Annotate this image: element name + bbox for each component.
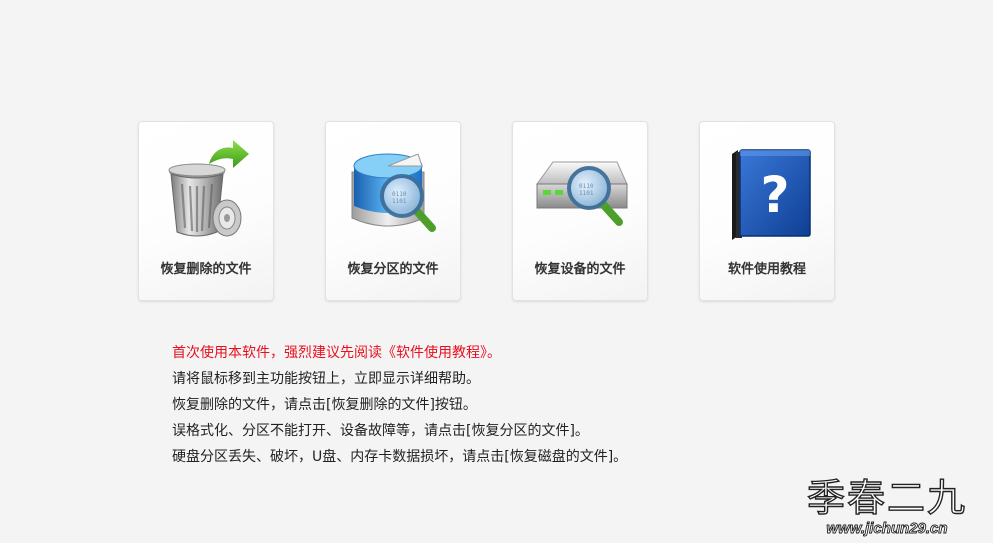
function-cards: 恢复删除的文件 0110 1101 恢复分区的文件 0110 1101 恢复设备…: [138, 121, 836, 303]
tip-recover-partition: 误格式化、分区不能打开、设备故障等，请点击[恢复分区的文件]。: [172, 423, 589, 439]
recover-deleted-files-button[interactable]: 恢复删除的文件: [138, 121, 274, 301]
watermark-url: www.jichun29.cn: [826, 520, 948, 538]
card-label: 恢复删除的文件: [160, 262, 252, 277]
help-book-icon: ?: [718, 132, 818, 244]
partition-magnifier-icon: 0110 1101: [344, 132, 444, 244]
device-magnifier-icon: 0110 1101: [531, 132, 631, 244]
svg-text:0110: 0110: [392, 191, 407, 198]
tip-recover-disk: 硬盘分区丢失、破坏，U盘、内存卡数据损坏，请点击[恢复磁盘的文件]。: [172, 449, 628, 465]
recover-partition-files-button[interactable]: 0110 1101 恢复分区的文件: [325, 121, 461, 301]
tip-read-tutorial: 首次使用本软件，强烈建议先阅读《软件使用教程》。: [172, 345, 501, 361]
tip-recover-deleted: 恢复删除的文件，请点击[恢复删除的文件]按钮。: [172, 397, 477, 413]
svg-text:1101: 1101: [392, 198, 407, 205]
card-label: 恢复分区的文件: [347, 262, 439, 277]
tip-hover-help: 请将鼠标移到主功能按钮上，立即显示详细帮助。: [172, 371, 480, 387]
usage-tips: 首次使用本软件，强烈建议先阅读《软件使用教程》。 请将鼠标移到主功能按钮上，立即…: [172, 340, 792, 470]
svg-text:0110: 0110: [579, 183, 594, 190]
watermark-title: 季春二九: [806, 476, 968, 520]
software-tutorial-button[interactable]: ? 软件使用教程: [699, 121, 835, 301]
svg-text:?: ?: [760, 166, 789, 224]
svg-text:1101: 1101: [579, 190, 594, 197]
card-label: 软件使用教程: [727, 262, 806, 277]
watermark: 季春二九 www.jichun29.cn: [806, 476, 968, 539]
card-label: 恢复设备的文件: [534, 262, 626, 277]
recycle-bin-restore-icon: [157, 132, 257, 244]
recover-device-files-button[interactable]: 0110 1101 恢复设备的文件: [512, 121, 648, 301]
